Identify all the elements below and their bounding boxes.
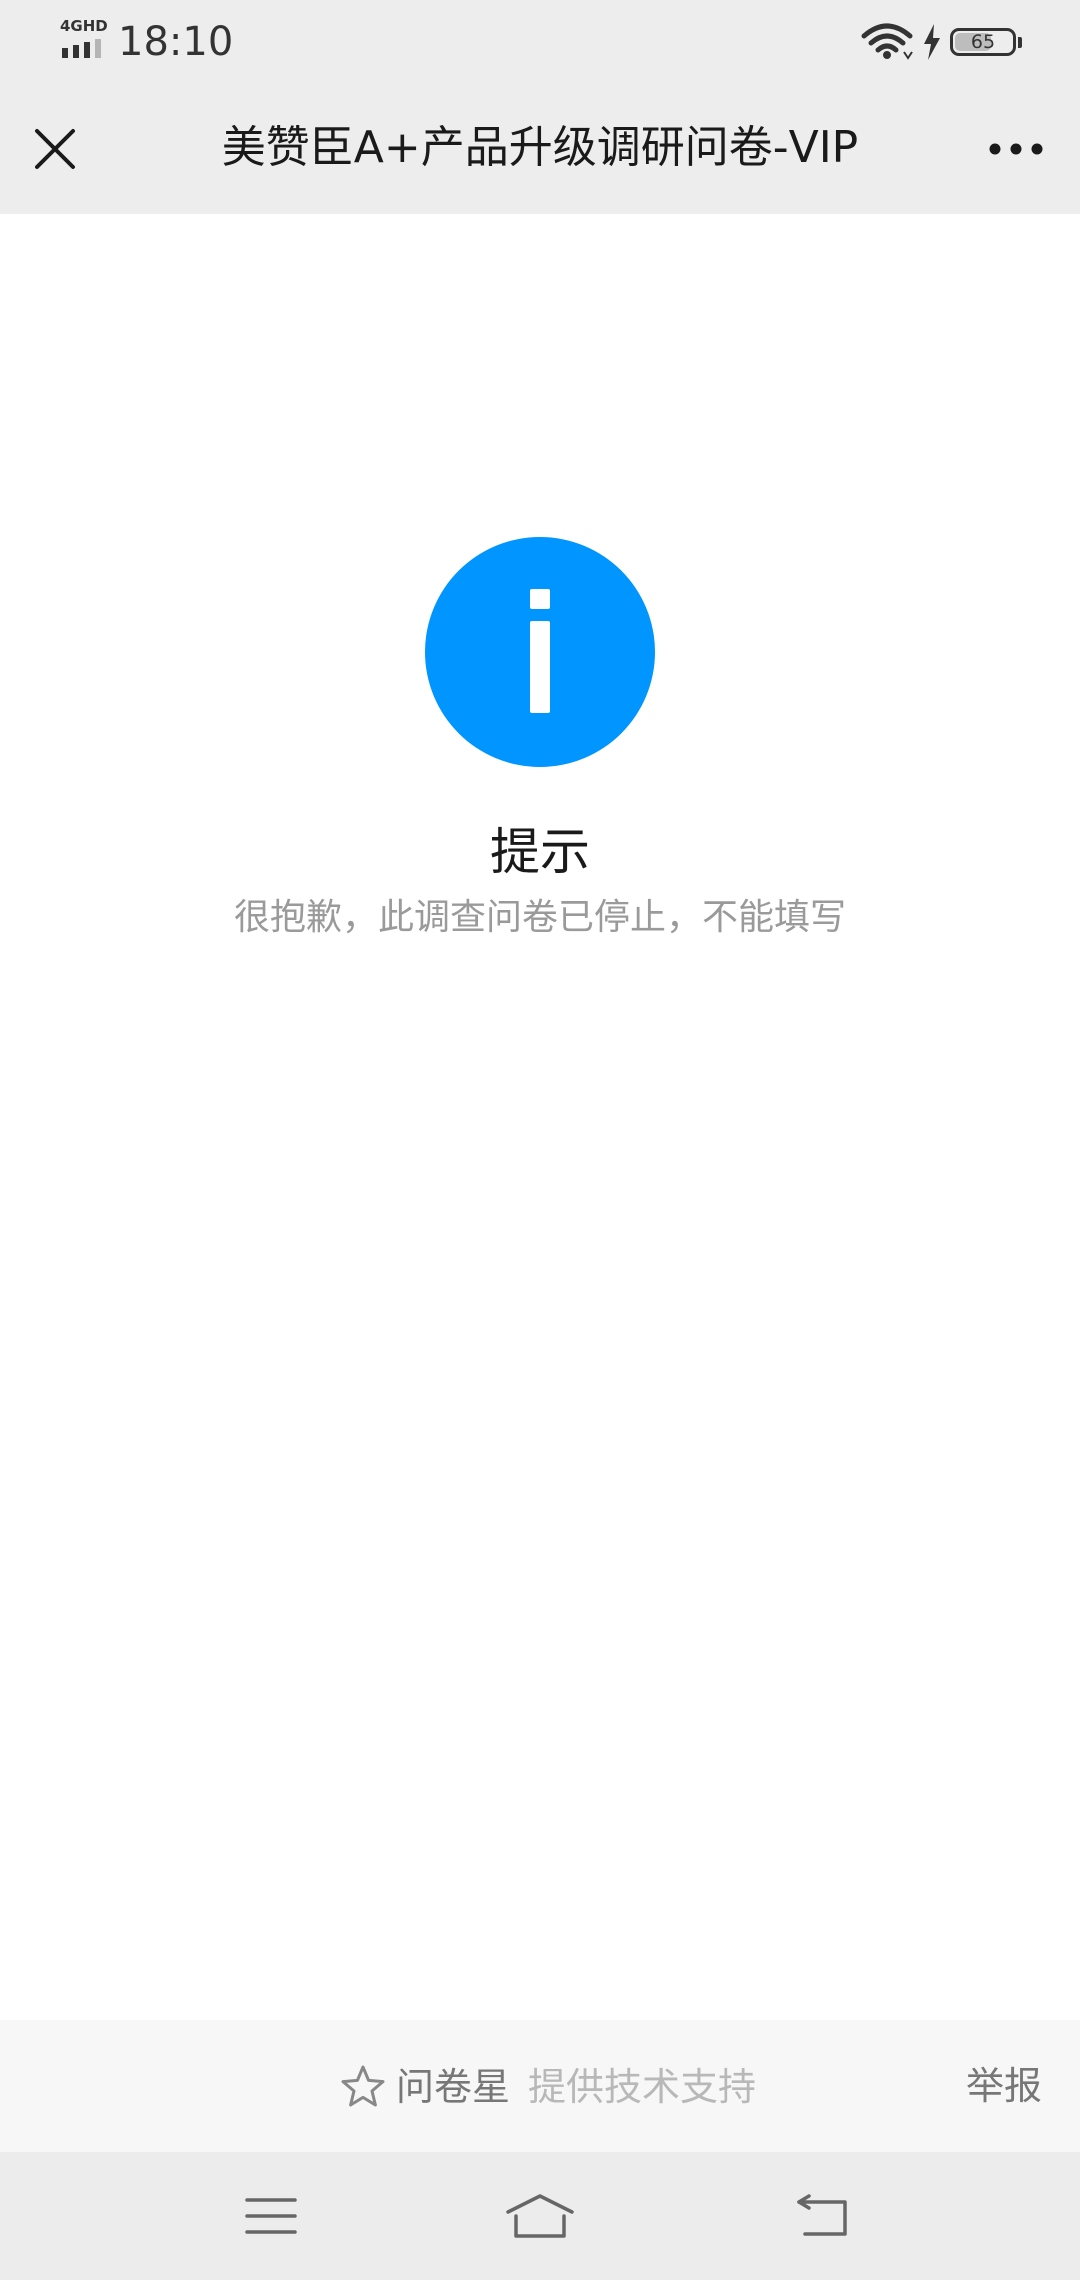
page-title: 美赞臣A+产品升级调研问卷-VIP xyxy=(221,122,859,173)
footer-brand[interactable]: 问卷星 提供技术支持 xyxy=(340,2062,756,2112)
content-area: 提示 很抱歉，此调查问卷已停止，不能填写 xyxy=(0,214,1080,2020)
support-text: 提供技术支持 xyxy=(528,2065,757,2109)
menu-icon xyxy=(245,2198,297,2234)
system-nav-bar xyxy=(0,2152,1080,2280)
charging-icon xyxy=(924,24,940,60)
status-indicators: 65 xyxy=(860,20,1022,64)
battery-icon: 65 xyxy=(950,28,1016,56)
home-button[interactable] xyxy=(500,2176,580,2256)
network-type-label: 4GHD xyxy=(60,17,108,35)
home-icon xyxy=(506,2194,574,2238)
star-icon xyxy=(341,2065,385,2107)
signal-icon xyxy=(62,39,101,58)
status-time: 18:10 xyxy=(118,19,234,65)
wifi-icon xyxy=(861,23,913,60)
more-icon xyxy=(989,143,1043,155)
info-icon-dot xyxy=(530,589,550,609)
close-icon xyxy=(35,129,75,169)
report-link[interactable]: 举报 xyxy=(966,2062,1042,2110)
top-nav-bar: 美赞臣A+产品升级调研问卷-VIP xyxy=(0,84,1080,214)
footer-bar: 问卷星 提供技术支持 举报 xyxy=(0,2020,1080,2152)
back-icon xyxy=(797,2194,847,2236)
prompt-title: 提示 xyxy=(490,823,590,881)
battery-tip xyxy=(1018,36,1022,48)
status-bar: 4GHD 18:10 65 xyxy=(0,0,1080,84)
info-icon-stem xyxy=(530,621,550,713)
brand-name: 问卷星 xyxy=(396,2065,511,2109)
prompt-message: 很抱歉，此调查问卷已停止，不能填写 xyxy=(233,897,846,938)
more-button[interactable] xyxy=(976,114,1056,184)
back-button[interactable] xyxy=(783,2176,863,2256)
battery-level: 65 xyxy=(970,31,996,53)
info-icon xyxy=(425,537,655,767)
menu-button[interactable] xyxy=(231,2176,311,2256)
close-button[interactable] xyxy=(20,114,90,184)
